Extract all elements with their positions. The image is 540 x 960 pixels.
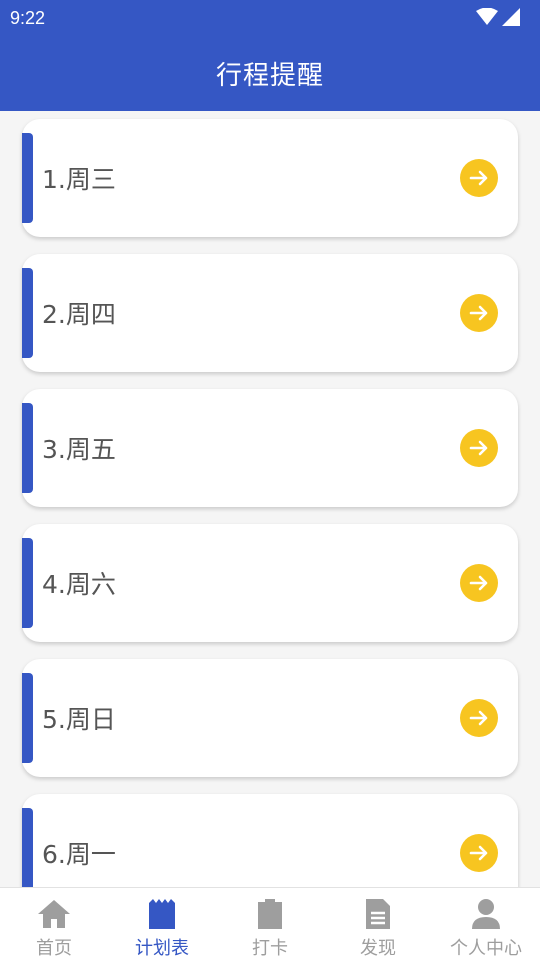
page-title: 行程提醒: [215, 61, 324, 91]
tab-checkin[interactable]: 打卡: [216, 888, 324, 960]
arrow-right-icon[interactable]: [460, 159, 498, 197]
schedule-list[interactable]: 1.周三 2.周四 3.周五 4.周六 5.周日 6.周一: [0, 111, 540, 887]
list-item[interactable]: 5.周日: [22, 659, 518, 777]
status-time: 9:22: [10, 8, 46, 28]
list-item-label: 5.周日: [42, 705, 116, 734]
card-accent-bar: [22, 403, 33, 493]
arrow-right-icon[interactable]: [460, 834, 498, 872]
card-accent-bar: [22, 808, 33, 887]
cellular-signal-icon: [502, 8, 520, 26]
home-icon: [37, 898, 71, 930]
tab-planner[interactable]: 计划表: [108, 888, 216, 960]
tab-profile[interactable]: 个人中心: [432, 888, 540, 960]
arrow-right-icon[interactable]: [460, 699, 498, 737]
list-item[interactable]: 3.周五: [22, 389, 518, 507]
status-icons: [476, 8, 520, 26]
list-item[interactable]: 2.周四: [22, 254, 518, 372]
app-bar: 行程提醒: [0, 36, 540, 111]
arrow-right-icon[interactable]: [460, 429, 498, 467]
tab-label: 个人中心: [450, 938, 522, 959]
tab-label: 打卡: [252, 938, 288, 959]
list-item-label: 1.周三: [42, 165, 116, 194]
person-icon: [469, 898, 503, 930]
arrow-right-icon[interactable]: [460, 564, 498, 602]
list-item[interactable]: 6.周一: [22, 794, 518, 887]
bottom-tab-bar: 首页 计划表 打卡 发现 个人中心: [0, 887, 540, 960]
list-item-label: 4.周六: [42, 570, 116, 599]
list-item-label: 3.周五: [42, 435, 116, 464]
wifi-icon: [476, 8, 498, 25]
tab-label: 计划表: [135, 938, 189, 959]
arrow-right-icon[interactable]: [460, 294, 498, 332]
planner-icon: [145, 898, 179, 930]
tab-label: 首页: [36, 938, 72, 959]
card-accent-bar: [22, 673, 33, 763]
list-item-label: 2.周四: [42, 300, 116, 329]
tab-label: 发现: [360, 938, 396, 959]
status-bar: 9:22: [0, 0, 540, 36]
tab-discover[interactable]: 发现: [324, 888, 432, 960]
list-item-label: 6.周一: [42, 840, 116, 869]
card-accent-bar: [22, 268, 33, 358]
document-icon: [361, 898, 395, 930]
card-accent-bar: [22, 133, 33, 223]
card-accent-bar: [22, 538, 33, 628]
tab-home[interactable]: 首页: [0, 888, 108, 960]
clipboard-icon: [253, 898, 287, 930]
list-item[interactable]: 4.周六: [22, 524, 518, 642]
list-item[interactable]: 1.周三: [22, 119, 518, 237]
